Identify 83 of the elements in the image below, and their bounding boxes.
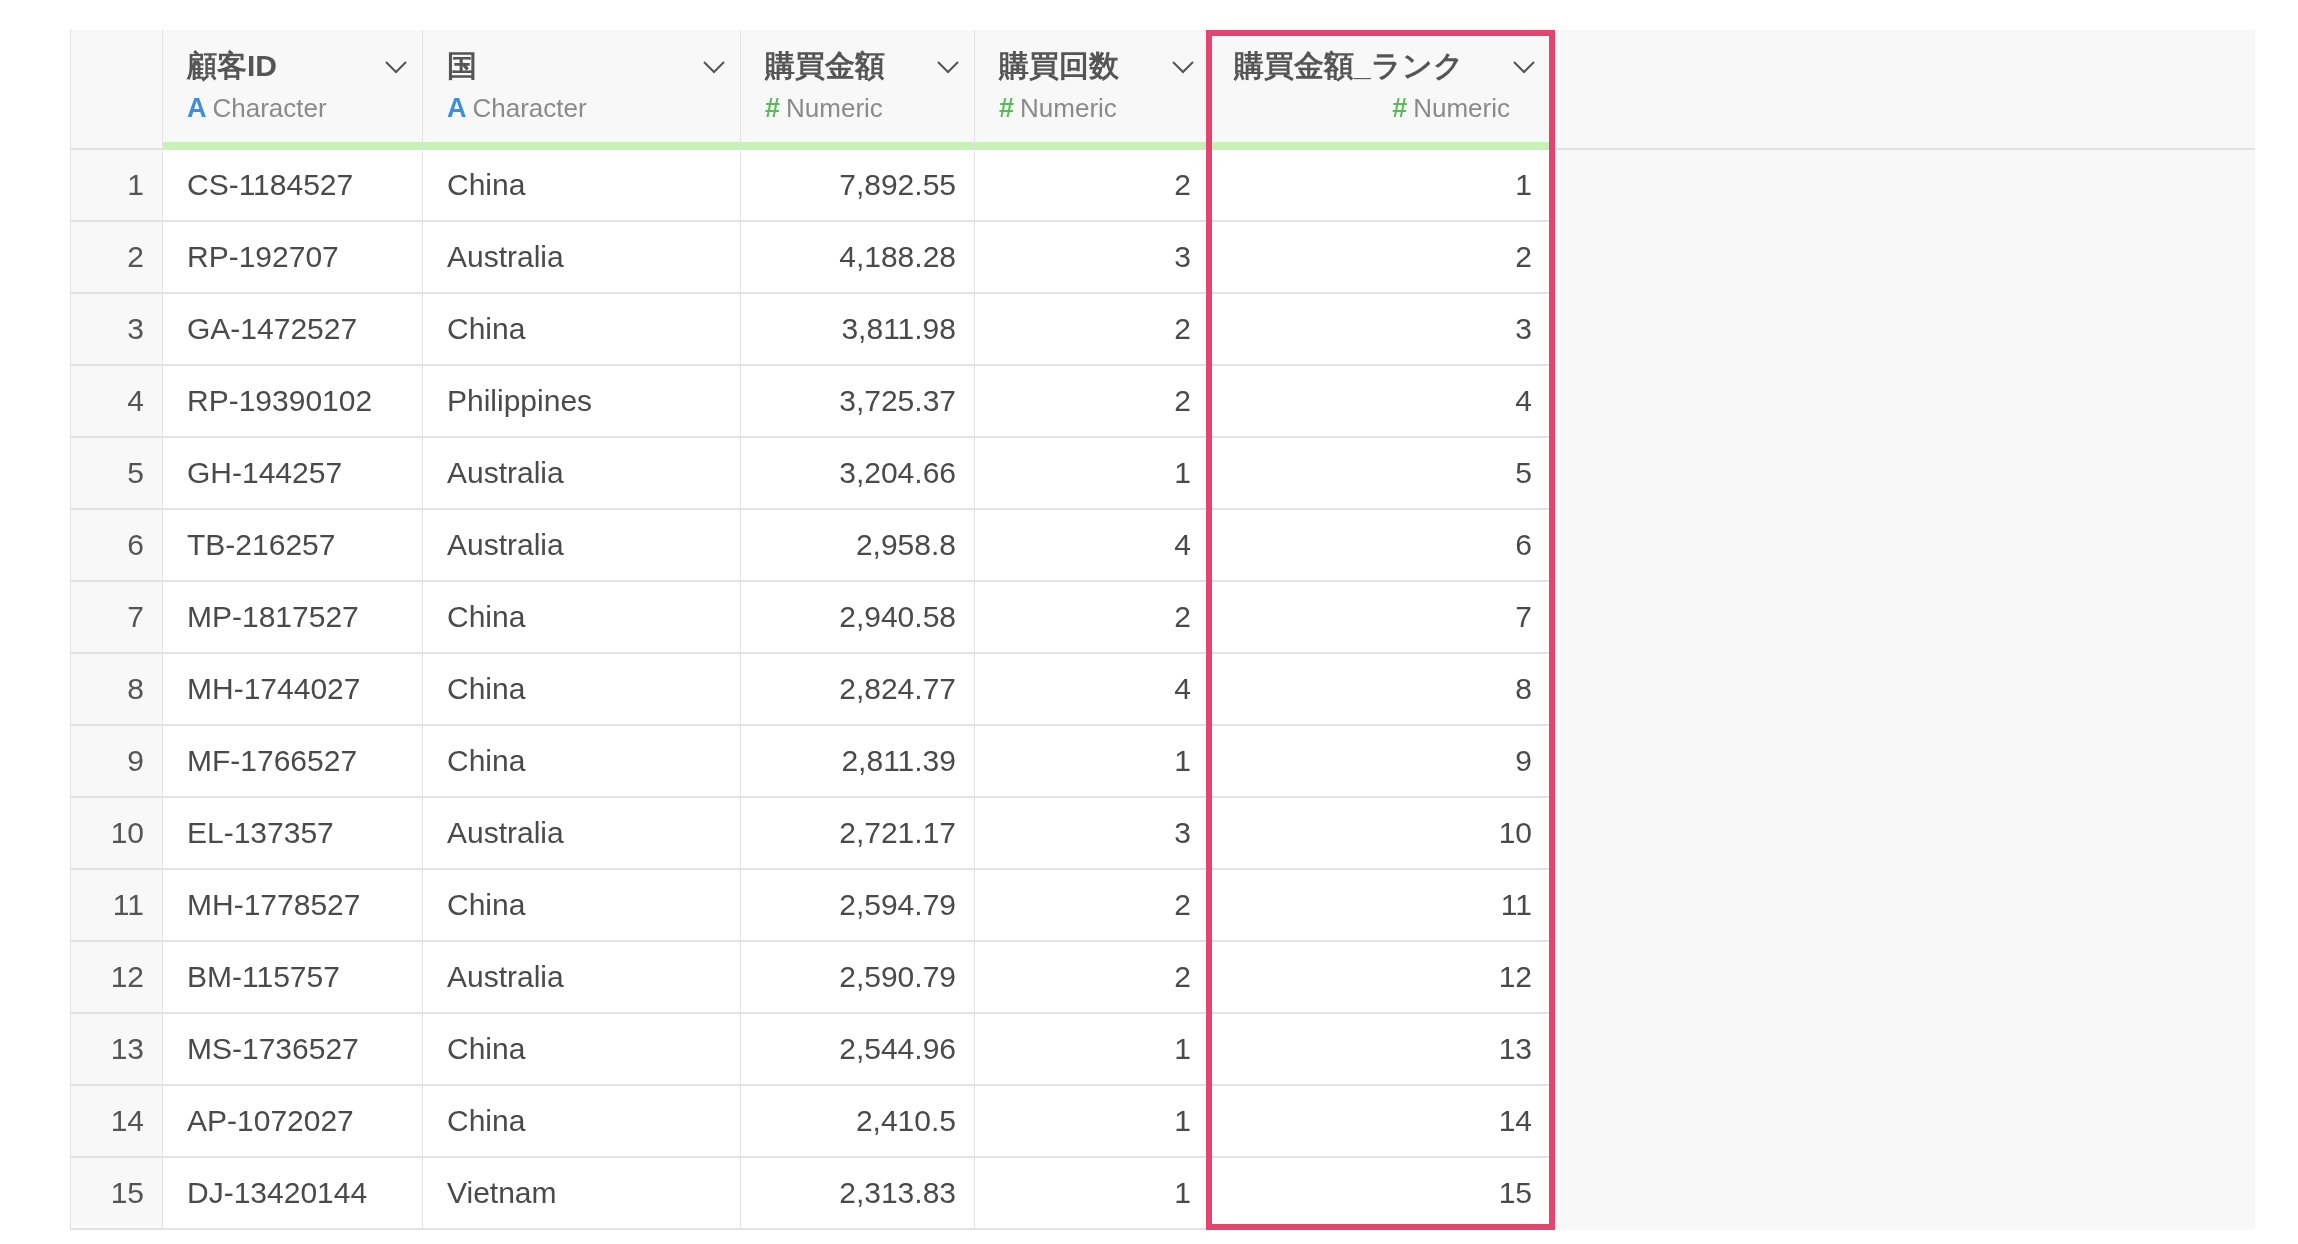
table-cell: Vietnam: [423, 1158, 741, 1230]
table-cell: China: [423, 1086, 741, 1158]
type-icon: A: [187, 93, 207, 124]
table-cell: Philippines: [423, 366, 741, 438]
type-label: Character: [472, 93, 587, 124]
table-cell: China: [423, 294, 741, 366]
table-cell: 4,188.28: [741, 222, 975, 294]
row-number: 15: [70, 1158, 163, 1230]
column-name: 顧客ID: [187, 48, 277, 84]
table-cell: 3,811.98: [741, 294, 975, 366]
chevron-down-icon[interactable]: [384, 59, 408, 74]
table-cell: China: [423, 726, 741, 798]
table-cell: 7,892.55: [741, 150, 975, 222]
table-cell: DJ-13420144: [163, 1158, 423, 1230]
table-cell: AP-1072027: [163, 1086, 423, 1158]
row-number: 5: [70, 438, 163, 510]
table-cell: 2,544.96: [741, 1014, 975, 1086]
type-label: Numeric: [1020, 93, 1117, 124]
row-number: 4: [70, 366, 163, 438]
type-icon: #: [999, 93, 1015, 124]
table-cell: China: [423, 870, 741, 942]
table-cell: China: [423, 150, 741, 222]
table-cell: China: [423, 654, 741, 726]
row-number: 13: [70, 1014, 163, 1086]
table-cell: MP-1817527: [163, 582, 423, 654]
chevron-down-icon[interactable]: [1512, 59, 1536, 74]
chevron-down-icon[interactable]: [1171, 59, 1195, 74]
table-cell: TB-216257: [163, 510, 423, 582]
table-cell: 2,594.79: [741, 870, 975, 942]
column-header[interactable]: 国 A Character: [423, 30, 741, 150]
column-header[interactable]: 顧客ID A Character: [163, 30, 423, 150]
type-icon: #: [1392, 93, 1408, 124]
type-label: Character: [212, 93, 327, 124]
table-cell: 2,721.17: [741, 798, 975, 870]
table-cell: BM-115757: [163, 942, 423, 1014]
row-number: 8: [70, 654, 163, 726]
table-cell: CS-1184527: [163, 150, 423, 222]
table-cell: MS-1736527: [163, 1014, 423, 1086]
table-cell: Australia: [423, 942, 741, 1014]
chevron-down-icon[interactable]: [702, 59, 726, 74]
table-cell: 2,824.77: [741, 654, 975, 726]
row-number: 9: [70, 726, 163, 798]
column-name: 国: [447, 48, 477, 84]
type-label: Numeric: [1413, 93, 1510, 124]
table-cell: Australia: [423, 510, 741, 582]
table-cell: 3,204.66: [741, 438, 975, 510]
chevron-down-icon[interactable]: [936, 59, 960, 74]
column-name: 購買金額_ランク: [1234, 48, 1464, 84]
type-label: Numeric: [786, 93, 883, 124]
table-cell: GH-144257: [163, 438, 423, 510]
row-number: 3: [70, 294, 163, 366]
row-number: 14: [70, 1086, 163, 1158]
table-cell: China: [423, 1014, 741, 1086]
table-cell: Australia: [423, 222, 741, 294]
table-cell: Australia: [423, 798, 741, 870]
table-cell: GA-1472527: [163, 294, 423, 366]
row-number: 7: [70, 582, 163, 654]
table-cell: 2,940.58: [741, 582, 975, 654]
table-cell: Australia: [423, 438, 741, 510]
type-icon: #: [765, 93, 781, 124]
row-number: 6: [70, 510, 163, 582]
column-header[interactable]: 購買金額 # Numeric: [741, 30, 975, 150]
table-cell: 2,958.8: [741, 510, 975, 582]
table-cell: 2,811.39: [741, 726, 975, 798]
table-cell: EL-137357: [163, 798, 423, 870]
row-number: 10: [70, 798, 163, 870]
table-cell: 3,725.37: [741, 366, 975, 438]
row-number: 1: [70, 150, 163, 222]
table-cell: RP-192707: [163, 222, 423, 294]
table-cell: 2,313.83: [741, 1158, 975, 1230]
table-cell: RP-19390102: [163, 366, 423, 438]
row-number: 11: [70, 870, 163, 942]
table-cell: MF-1766527: [163, 726, 423, 798]
type-icon: A: [447, 93, 467, 124]
column-name: 購買回数: [999, 48, 1119, 84]
table-cell: MH-1778527: [163, 870, 423, 942]
table-cell: 2,590.79: [741, 942, 975, 1014]
row-number: 12: [70, 942, 163, 1014]
table-cell: 2,410.5: [741, 1086, 975, 1158]
table-cell: MH-1744027: [163, 654, 423, 726]
row-number: 2: [70, 222, 163, 294]
column-name: 購買金額: [765, 48, 885, 84]
table-cell: China: [423, 582, 741, 654]
